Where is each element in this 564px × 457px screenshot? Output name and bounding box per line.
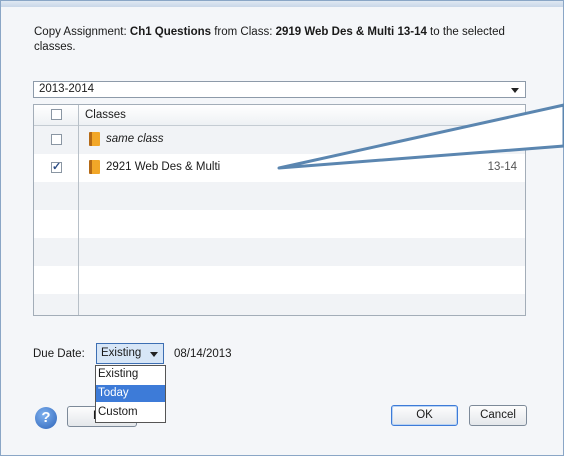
copy-assignment-dialog: Copy Assignment: Ch1 Questions from Clas…: [0, 0, 564, 456]
due-date-dropdown-menu: Existing Today Custom: [95, 365, 166, 423]
ok-button[interactable]: OK: [391, 405, 458, 426]
due-date-select-value: Existing: [101, 347, 142, 359]
option-existing[interactable]: Existing: [96, 366, 165, 383]
help-icon[interactable]: ?: [35, 407, 57, 429]
option-custom[interactable]: Custom: [96, 404, 165, 421]
due-date-select[interactable]: Existing: [96, 343, 164, 364]
option-today[interactable]: Today: [96, 385, 165, 402]
cancel-button[interactable]: Cancel: [469, 405, 527, 426]
callout-arrow-annotation: [277, 103, 564, 170]
chevron-down-icon: [150, 352, 158, 357]
due-date-value: 08/14/2013: [174, 348, 232, 360]
due-date-label: Due Date:: [33, 348, 85, 360]
